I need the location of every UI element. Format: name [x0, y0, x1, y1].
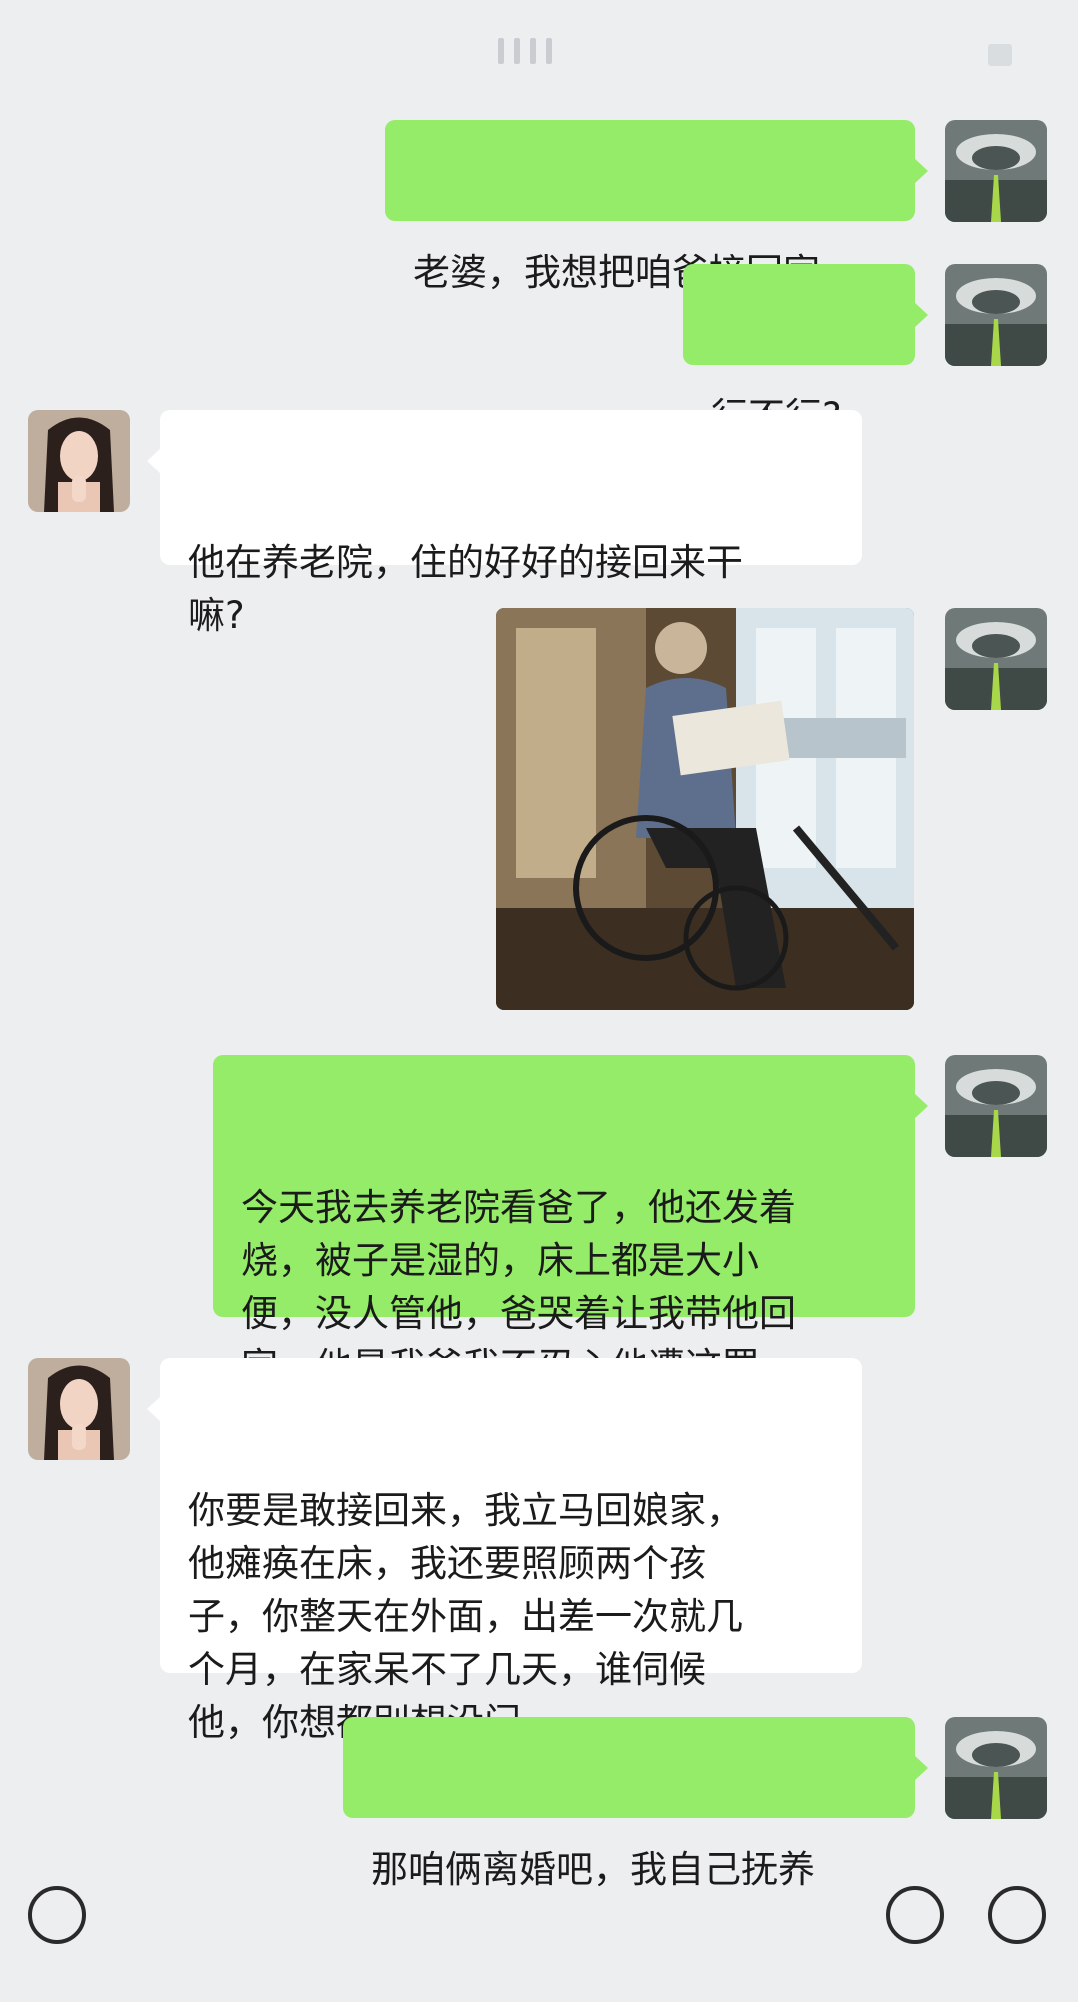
input-bar: [0, 1880, 1078, 1944]
my-avatar[interactable]: [945, 120, 1047, 222]
my-avatar[interactable]: [945, 608, 1047, 710]
chat-window: 老婆，我想把咱爸接回家 行不行? 他在养老院，住的好好的接回来干 嘛?: [0, 0, 1078, 1944]
emoji-icon[interactable]: [886, 1886, 944, 1944]
my-avatar[interactable]: [945, 1055, 1047, 1157]
wife-avatar[interactable]: [28, 1358, 130, 1460]
battery-icon: [988, 44, 1012, 66]
message-bubble-sent[interactable]: 老婆，我想把咱爸接回家: [385, 120, 928, 294]
message-bubble-sent[interactable]: 今天我去养老院看爸了，他还发着 烧，被子是湿的，床上都是大小 便，没人管他，爸哭…: [213, 1055, 928, 1388]
photo-message[interactable]: [496, 608, 914, 1010]
signal-icon: [498, 38, 552, 64]
message-bubble-received[interactable]: 他在养老院，住的好好的接回来干 嘛?: [147, 410, 862, 637]
my-avatar[interactable]: [945, 264, 1047, 366]
message-bubble-received[interactable]: 你要是敢接回来，我立马回娘家， 他瘫痪在床，我还要照顾两个孩 子，你整天在外面，…: [147, 1358, 862, 1744]
message-bubble-sent[interactable]: 行不行?: [683, 264, 928, 438]
voice-icon[interactable]: [28, 1886, 86, 1944]
message-bubble-sent[interactable]: 那咱俩离婚吧，我自己抚养: [343, 1717, 928, 1891]
plus-icon[interactable]: [988, 1886, 1046, 1944]
message-text: 你要是敢接回来，我立马回娘家， 他瘫痪在床，我还要照顾两个孩 子，你整天在外面，…: [188, 1489, 743, 1744]
status-bar: [0, 0, 1078, 100]
my-avatar[interactable]: [945, 1717, 1047, 1819]
wife-avatar[interactable]: [28, 410, 130, 512]
